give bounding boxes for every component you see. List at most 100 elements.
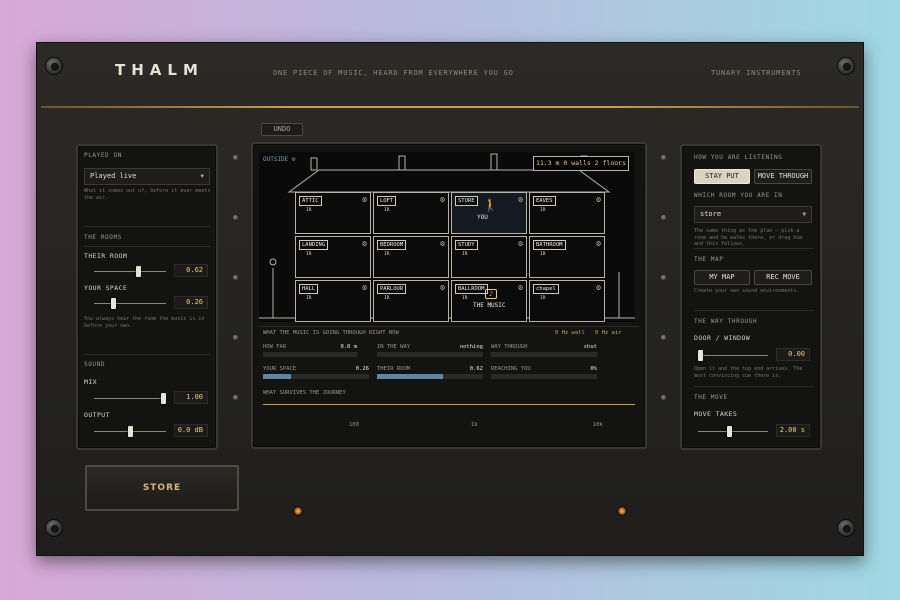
your-space-metric-label: YOUR SPACE: [263, 366, 297, 372]
reaching-label: REACHING YOU: [491, 366, 531, 372]
distance-stats: 11.3 m 0 walls 2 floors: [533, 156, 629, 171]
room-cell[interactable]: BATHROOM IR ⚙: [529, 236, 605, 278]
rooms-title: THE ROOMS: [84, 234, 122, 241]
gear-icon[interactable]: ⚙: [518, 283, 523, 292]
mix-slider[interactable]: [94, 393, 166, 404]
indicator-lamp-icon: [617, 506, 627, 516]
gear-icon[interactable]: ⚙: [440, 239, 445, 248]
room-label: LANDING: [299, 240, 329, 250]
door-value[interactable]: 0.00: [776, 348, 810, 361]
your-space-label: YOUR SPACE: [84, 284, 128, 292]
rivet-icon: [661, 215, 666, 220]
gear-icon[interactable]: ⚙: [596, 283, 601, 292]
listener-icon[interactable]: 🚶: [483, 198, 498, 212]
move-takes-slider[interactable]: [698, 426, 768, 437]
chevron-down-icon: ▼: [802, 211, 806, 218]
metrics-title: WHAT THE MUSIC IS GOING THROUGH RIGHT NO…: [263, 330, 399, 336]
music-icon[interactable]: ♪: [485, 289, 497, 299]
gear-icon[interactable]: ⚙: [440, 195, 445, 204]
your-space-metric-value: 0.26: [355, 366, 369, 372]
sound-title: SOUND: [84, 361, 106, 368]
mix-label: MIX: [84, 378, 97, 386]
played-on-title: PLAYED ON: [84, 152, 122, 159]
room-cell[interactable]: LANDING IR ⚙: [295, 236, 371, 278]
divider: [694, 386, 814, 387]
played-on-value: Played live: [90, 172, 137, 180]
your-space-value[interactable]: 0.26: [174, 296, 208, 309]
move-takes-value[interactable]: 2.00 s: [776, 424, 810, 437]
chevron-down-icon: ▼: [200, 173, 204, 180]
how-far-bar: [263, 352, 357, 357]
right-panel: HOW YOU ARE LISTENING STAY PUT MOVE THRO…: [680, 144, 822, 450]
output-slider[interactable]: [94, 426, 166, 437]
in-the-way-label: IN THE WAY: [377, 344, 411, 350]
room-ir-label: IR: [462, 252, 468, 257]
room-label: HALL: [299, 284, 319, 294]
door-label: DOOR / WINDOW: [694, 334, 751, 342]
screw-icon: [837, 519, 855, 537]
brand-name: TUNARY INSTRUMENTS: [711, 69, 802, 77]
in-the-way-value: nothing: [459, 344, 483, 350]
mix-value[interactable]: 1.00: [174, 391, 208, 404]
rec-move-button[interactable]: REC MOVE: [754, 270, 812, 285]
gear-icon[interactable]: ⚙: [440, 283, 445, 292]
room-label: STUDY: [455, 240, 478, 250]
move-through-button[interactable]: MOVE THROUGH: [754, 169, 812, 184]
wall-frequency: 0 Hz wall: [555, 330, 585, 336]
gear-icon[interactable]: ⚙: [362, 195, 367, 204]
room-cell[interactable]: BALLROOM IR ⚙: [451, 280, 527, 322]
rivet-icon: [233, 215, 238, 220]
room-ir-label: IR: [384, 252, 390, 257]
room-cell[interactable]: ATTIC IR ⚙: [295, 192, 371, 234]
reaching-bar: [491, 374, 597, 379]
room-cell[interactable]: LOFT IR ⚙: [373, 192, 449, 234]
room-cell[interactable]: PARLOUR IR ⚙: [373, 280, 449, 322]
gear-icon[interactable]: ⚙: [362, 239, 367, 248]
room-ir-label: IR: [306, 296, 312, 301]
way-through-label: WAY THROUGH: [491, 344, 528, 350]
room-label: BALLROOM: [455, 284, 488, 294]
room-label: ATTIC: [299, 196, 322, 206]
room-note: The same thing as the plan — pick a room…: [694, 228, 803, 247]
store-button[interactable]: STORE: [85, 465, 239, 511]
reaching-value: 0%: [590, 366, 597, 372]
screw-icon: [837, 57, 855, 75]
rooms-note: You always hear the room the music is in…: [84, 316, 205, 329]
room-ir-label: IR: [540, 252, 546, 257]
stay-put-button[interactable]: STAY PUT: [694, 169, 750, 184]
room-cell[interactable]: HALL IR ⚙: [295, 280, 371, 322]
output-value[interactable]: 0.0 dB: [174, 424, 208, 437]
gear-icon[interactable]: ⚙: [596, 239, 601, 248]
house-plan[interactable]: OUTSIDE ⚙ ATTIC IR ⚙ LOFT IR ⚙ STORE ⚙ EAVES IR: [259, 152, 635, 322]
their-room-value[interactable]: 0.62: [174, 264, 208, 277]
their-room-metric-value: 0.62: [469, 366, 483, 372]
output-label: OUTPUT: [84, 411, 110, 419]
your-space-bar: [263, 374, 369, 379]
divider: [84, 354, 210, 355]
your-space-slider[interactable]: [94, 298, 166, 309]
their-room-bar: [377, 374, 483, 379]
room-select-value: store: [700, 210, 722, 218]
gear-icon[interactable]: ⚙: [518, 239, 523, 248]
room-ir-label: IR: [462, 296, 468, 301]
room-cell[interactable]: STUDY IR ⚙: [451, 236, 527, 278]
room-cell[interactable]: BEDROOM IR ⚙: [373, 236, 449, 278]
room-cell[interactable]: EAVES IR ⚙: [529, 192, 605, 234]
room-select[interactable]: store ▼: [694, 206, 812, 223]
music-label: THE MUSIC: [473, 302, 506, 309]
screw-icon: [45, 519, 63, 537]
undo-button[interactable]: UNDO: [261, 123, 303, 136]
plugin-window: THALM ONE PIECE OF MUSIC, HEARD FROM EVE…: [36, 42, 864, 556]
gear-icon[interactable]: ⚙: [362, 283, 367, 292]
app-logo: THALM: [115, 61, 204, 79]
gear-icon[interactable]: ⚙: [596, 195, 601, 204]
played-on-select[interactable]: Played live ▼: [84, 168, 210, 185]
divider: [259, 326, 639, 327]
door-slider[interactable]: [698, 350, 768, 361]
freq-label: 10k: [593, 422, 603, 428]
their-room-slider[interactable]: [94, 266, 166, 277]
my-map-button[interactable]: MY MAP: [694, 270, 750, 285]
gear-icon[interactable]: ⚙: [518, 195, 523, 204]
room-cell[interactable]: chapel IR ⚙: [529, 280, 605, 322]
divider: [694, 248, 814, 249]
